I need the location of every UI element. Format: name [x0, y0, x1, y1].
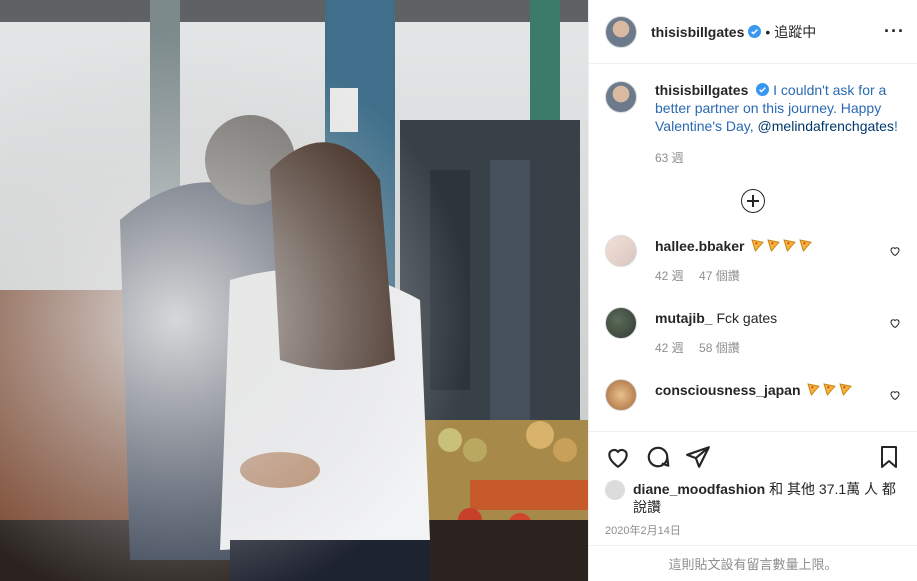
- comment-item: consciousness_japan: [605, 379, 901, 411]
- comment-timestamp[interactable]: 42 週: [655, 269, 684, 283]
- separator-dot: •: [765, 23, 771, 40]
- pizza-emoji: [748, 238, 813, 254]
- pizza-emoji: [804, 382, 853, 398]
- comment-username[interactable]: consciousness_japan: [655, 382, 801, 398]
- verified-badge-icon: [756, 83, 770, 96]
- comments-limited-notice: 這則貼文設有留言數量上限。: [589, 545, 917, 581]
- author-username[interactable]: thisisbillgates: [651, 24, 744, 40]
- plus-circle-icon[interactable]: [741, 189, 765, 213]
- comment-timestamp[interactable]: 42 週: [655, 341, 684, 355]
- verified-badge-icon: [748, 25, 762, 38]
- comment-item: mutajib_ Fck gates 42 週 58 個讚: [605, 307, 901, 357]
- post-image: [0, 0, 588, 581]
- commenter-avatar[interactable]: [605, 379, 637, 411]
- comment-like-count[interactable]: 58 個讚: [699, 341, 740, 355]
- post-date[interactable]: 2020年2月14日: [605, 522, 901, 538]
- liker-username[interactable]: diane_moodfashion: [633, 481, 765, 497]
- comment-username[interactable]: mutajib_: [655, 310, 713, 326]
- more-options-icon[interactable]: ···: [884, 21, 905, 42]
- commenter-avatar[interactable]: [605, 307, 637, 339]
- commenter-avatar[interactable]: [605, 235, 637, 267]
- post-header: thisisbillgates • 追蹤中 ···: [589, 0, 917, 64]
- comment-item: hallee.bbaker 42 週 47 個讚: [605, 235, 901, 285]
- post-actions: diane_moodfashion 和 其他 37.1萬 人 都說讚 2020年…: [589, 431, 917, 538]
- caption-mention-link[interactable]: @melindafrenchgates: [758, 118, 894, 134]
- bookmark-icon[interactable]: [877, 444, 901, 470]
- send-icon[interactable]: [685, 444, 711, 470]
- comment-like-heart-icon[interactable]: [889, 317, 901, 329]
- comments-section: thisisbillgates I couldn't ask for a bet…: [589, 65, 917, 431]
- comment-icon[interactable]: [645, 444, 671, 470]
- caption-timestamp[interactable]: 63 週: [655, 149, 901, 167]
- post-caption: thisisbillgates I couldn't ask for a bet…: [605, 81, 901, 167]
- comment-text: Fck gates: [716, 310, 778, 326]
- post-side-panel: thisisbillgates • 追蹤中 ··· thisisbillgate…: [588, 0, 917, 581]
- caption-username[interactable]: thisisbillgates: [655, 82, 748, 98]
- heart-icon[interactable]: [605, 444, 631, 470]
- liked-by: diane_moodfashion 和 其他 37.1萬 人 都說讚: [605, 480, 901, 516]
- caption-suffix: !: [893, 118, 898, 134]
- comment-like-heart-icon[interactable]: [889, 245, 901, 257]
- load-more-comments[interactable]: [605, 189, 901, 213]
- author-avatar[interactable]: [605, 15, 637, 48]
- comment-like-count[interactable]: 47 個讚: [699, 269, 740, 283]
- post-photo[interactable]: [0, 0, 588, 581]
- comment-username[interactable]: hallee.bbaker: [655, 238, 745, 254]
- liker-avatar[interactable]: [605, 480, 625, 500]
- comment-like-heart-icon[interactable]: [889, 389, 901, 401]
- following-button[interactable]: 追蹤中: [774, 22, 816, 42]
- caption-avatar[interactable]: [605, 81, 637, 113]
